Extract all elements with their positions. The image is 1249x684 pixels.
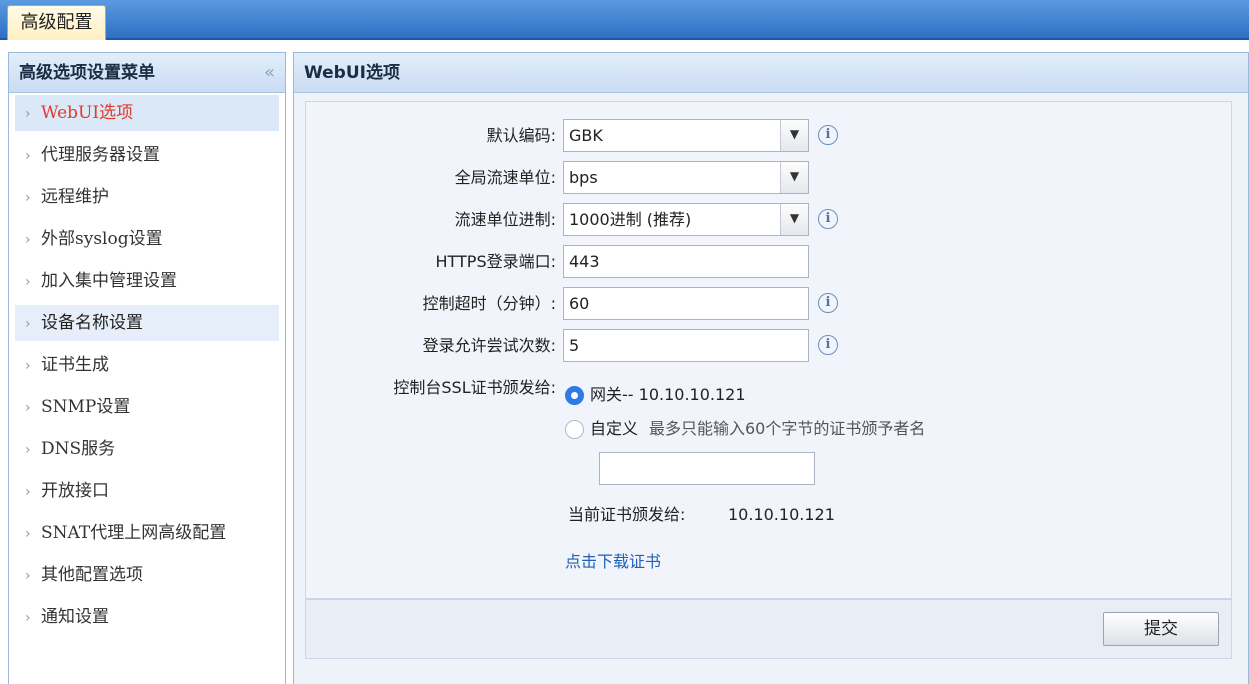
sidebar-item-snat[interactable]: › SNAT代理上网高级配置	[15, 515, 279, 551]
sidebar-item-dns[interactable]: › DNS服务	[15, 431, 279, 467]
sidebar-item-label: 代理服务器设置	[41, 145, 160, 165]
chevron-right-icon: ›	[25, 190, 31, 206]
sidebar-item-label: 证书生成	[41, 355, 109, 375]
chevron-right-icon: ›	[25, 526, 31, 542]
chevron-right-icon: ›	[25, 106, 31, 122]
encoding-value: GBK	[569, 126, 603, 145]
sidebar-item-label: 外部syslog设置	[41, 229, 163, 249]
chevron-right-icon: ›	[25, 316, 31, 332]
chevron-down-icon[interactable]: ▼	[780, 162, 808, 193]
tab-advanced-config[interactable]: 高级配置	[7, 5, 106, 40]
sidebar-item-label: 设备名称设置	[41, 313, 143, 333]
sidebar-item-proxy[interactable]: › 代理服务器设置	[15, 137, 279, 173]
ssl-custom-radio[interactable]	[565, 420, 584, 439]
sidebar-item-label: 其他配置选项	[41, 565, 143, 585]
sidebar-header: 高级选项设置菜单 «	[9, 53, 285, 93]
chevron-right-icon: ›	[25, 232, 31, 248]
chevron-right-icon: ›	[25, 484, 31, 500]
top-bar: 高级配置	[0, 0, 1249, 40]
https-port-label: HTTPS登录端口:	[435, 252, 557, 271]
ssl-custom-hint: 最多只能输入60个字节的证书颁予者名	[649, 419, 926, 438]
https-port-input[interactable]: 443	[563, 245, 809, 278]
current-cert-value: 10.10.10.121	[728, 505, 835, 524]
main-panel: WebUI选项 默认编码: GBK ▼ i 全局流速单位: bps ▼ 流速单位…	[293, 52, 1249, 684]
sidebar-item-label: 远程维护	[41, 187, 109, 207]
rate-unit-select[interactable]: bps ▼	[563, 161, 809, 194]
chevron-right-icon: ›	[25, 442, 31, 458]
sidebar-item-snmp[interactable]: › SNMP设置	[15, 389, 279, 425]
sidebar-item-notify[interactable]: › 通知设置	[15, 599, 279, 635]
timeout-label: 控制超时（分钟）:	[422, 294, 556, 313]
login-attempts-label: 登录允许尝试次数:	[422, 336, 556, 355]
sidebar-item-label: SNMP设置	[41, 397, 131, 417]
timeout-input[interactable]: 60	[563, 287, 809, 320]
chevron-down-icon[interactable]: ▼	[780, 120, 808, 151]
info-icon[interactable]: i	[818, 293, 838, 313]
sidebar: 高级选项设置菜单 « › WebUI选项 › 代理服务器设置 › 远程维护 › 外部sy…	[8, 52, 286, 684]
chevron-right-icon: ›	[25, 274, 31, 290]
chevron-right-icon: ›	[25, 610, 31, 626]
rate-base-label: 流速单位进制:	[454, 210, 556, 229]
ssl-custom-input[interactable]	[599, 452, 815, 485]
chevron-right-icon: ›	[25, 568, 31, 584]
sidebar-item-remote[interactable]: › 远程维护	[15, 179, 279, 215]
chevron-right-icon: ›	[25, 358, 31, 374]
rate-unit-value: bps	[569, 168, 598, 187]
sidebar-item-label: WebUI选项	[41, 103, 134, 123]
sidebar-item-webui[interactable]: › WebUI选项	[15, 95, 279, 131]
sidebar-item-central[interactable]: › 加入集中管理设置	[15, 263, 279, 299]
collapse-icon[interactable]: «	[264, 53, 275, 93]
sidebar-item-label: SNAT代理上网高级配置	[41, 523, 227, 543]
sidebar-item-syslog[interactable]: › 外部syslog设置	[15, 221, 279, 257]
info-icon[interactable]: i	[818, 209, 838, 229]
sidebar-item-label: 通知设置	[41, 607, 109, 627]
download-cert-link[interactable]: 点击下载证书	[565, 551, 661, 573]
sidebar-title: 高级选项设置菜单	[19, 63, 155, 83]
encoding-label: 默认编码:	[486, 126, 556, 145]
chevron-down-icon[interactable]: ▼	[780, 204, 808, 235]
rate-unit-label: 全局流速单位:	[454, 168, 556, 187]
submit-button[interactable]: 提交	[1103, 612, 1219, 646]
rate-base-value: 1000进制 (推荐)	[569, 210, 692, 229]
sidebar-menu: › WebUI选项 › 代理服务器设置 › 远程维护 › 外部syslog设置 › 加入集…	[9, 93, 285, 635]
current-cert-label: 当前证书颁发给:	[568, 505, 686, 524]
chevron-right-icon: ›	[25, 148, 31, 164]
sidebar-item-label: DNS服务	[41, 439, 116, 459]
ssl-custom-label: 自定义	[590, 419, 639, 438]
sidebar-item-label: 开放接口	[41, 481, 109, 501]
rate-base-select[interactable]: 1000进制 (推荐) ▼	[563, 203, 809, 236]
ssl-gateway-label: 网关-- 10.10.10.121	[590, 385, 746, 404]
sidebar-item-cert[interactable]: › 证书生成	[15, 347, 279, 383]
sidebar-item-device-name[interactable]: › 设备名称设置	[15, 305, 279, 341]
sidebar-item-open-api[interactable]: › 开放接口	[15, 473, 279, 509]
form-area: 默认编码: GBK ▼ i 全局流速单位: bps ▼ 流速单位进制: 1000…	[305, 101, 1232, 599]
ssl-gateway-radio[interactable]	[565, 386, 584, 405]
encoding-select[interactable]: GBK ▼	[563, 119, 809, 152]
info-icon[interactable]: i	[818, 125, 838, 145]
panel-title: WebUI选项	[294, 53, 1248, 93]
sidebar-item-other[interactable]: › 其他配置选项	[15, 557, 279, 593]
info-icon[interactable]: i	[818, 335, 838, 355]
chevron-right-icon: ›	[25, 400, 31, 416]
ssl-label: 控制台SSL证书颁发给:	[393, 378, 556, 397]
login-attempts-input[interactable]: 5	[563, 329, 809, 362]
form-footer: 提交	[305, 599, 1232, 659]
sidebar-item-label: 加入集中管理设置	[41, 271, 177, 291]
